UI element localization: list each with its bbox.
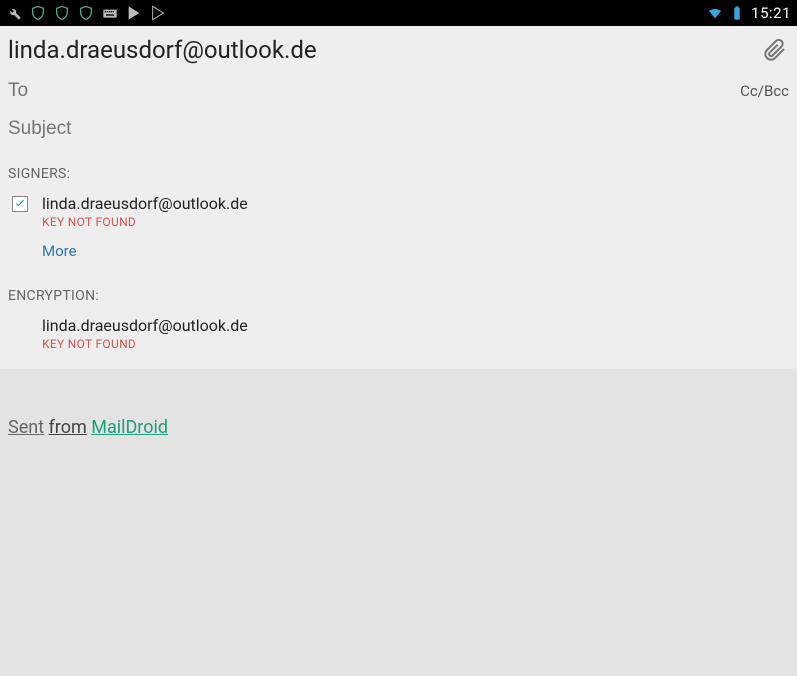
signature-app-link[interactable]: MailDroid xyxy=(91,417,168,438)
signer-email: linda.draeusdorf@outlook.de xyxy=(42,194,248,213)
wifi-icon xyxy=(707,5,723,21)
check-icon xyxy=(13,197,27,211)
signature-line: Sent from MailDroid xyxy=(8,417,789,438)
signer-row: linda.draeusdorf@outlook.de KEY NOT FOUN… xyxy=(0,188,797,231)
paperclip-icon xyxy=(763,38,787,62)
shield-icon xyxy=(78,5,94,21)
from-address: linda.draeusdorf@outlook.de xyxy=(8,36,761,64)
signer-info: linda.draeusdorf@outlook.de KEY NOT FOUN… xyxy=(42,194,248,229)
shield-icon xyxy=(54,5,70,21)
attachment-button[interactable] xyxy=(761,36,789,64)
status-time: 15:21 xyxy=(751,4,791,22)
more-link[interactable]: More xyxy=(42,242,77,260)
from-row: linda.draeusdorf@outlook.de xyxy=(0,26,797,76)
encryption-key-status: KEY NOT FOUND xyxy=(42,337,789,351)
more-row: More xyxy=(0,231,797,274)
status-left-icons xyxy=(6,5,166,21)
compose-body[interactable]: Sent from MailDroid xyxy=(0,369,797,629)
subject-row xyxy=(0,114,797,152)
ccbcc-toggle[interactable]: Cc/Bcc xyxy=(740,82,789,100)
keyboard-icon xyxy=(102,5,118,21)
battery-icon xyxy=(729,5,745,21)
encryption-row: linda.draeusdorf@outlook.de KEY NOT FOUN… xyxy=(0,310,797,369)
shield-icon xyxy=(30,5,46,21)
encryption-label: ENCRYPTION: xyxy=(0,274,797,310)
signature-from: from xyxy=(49,417,87,438)
signers-label: SIGNERS: xyxy=(0,152,797,188)
to-row: Cc/Bcc xyxy=(0,76,797,114)
play-store-icon xyxy=(150,5,166,21)
signer-checkbox[interactable] xyxy=(12,196,28,212)
signer-key-status: KEY NOT FOUND xyxy=(42,215,248,229)
play-icon xyxy=(126,5,142,21)
signature-sent: Sent xyxy=(8,417,44,438)
status-bar: 15:21 xyxy=(0,0,797,26)
wrench-icon xyxy=(6,5,22,21)
subject-input[interactable] xyxy=(8,118,789,140)
status-right-icons: 15:21 xyxy=(707,4,791,22)
to-input[interactable] xyxy=(8,80,740,102)
encryption-email: linda.draeusdorf@outlook.de xyxy=(42,316,789,335)
